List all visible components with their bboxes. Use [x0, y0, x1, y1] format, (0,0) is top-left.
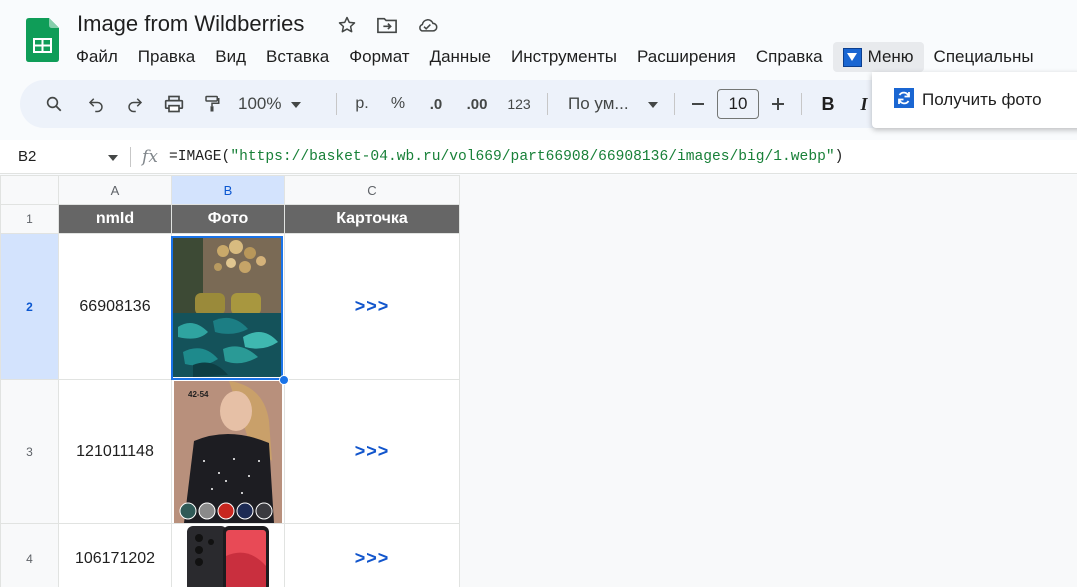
photo-cell[interactable] [171, 523, 285, 587]
formula-bar: B2 fx =IMAGE("https://basket-04.wb.ru/vo… [0, 140, 1077, 174]
column-header-c[interactable]: C [284, 175, 460, 205]
redo-icon[interactable] [116, 88, 154, 120]
name-box[interactable]: B2 [0, 148, 130, 165]
decrease-font-size-icon[interactable] [683, 88, 713, 120]
card-link[interactable]: >>> [284, 233, 460, 380]
search-menus-icon[interactable] [38, 88, 70, 120]
undo-icon[interactable] [76, 88, 116, 120]
menu-format[interactable]: Формат [339, 42, 419, 72]
chevron-down-icon [108, 148, 118, 165]
photo-cell[interactable] [171, 233, 285, 380]
menu-bar: Файл Правка Вид Вставка Формат Данные Ин… [66, 42, 1044, 72]
menu-custom-label: Меню [867, 47, 914, 66]
chevron-down-icon [291, 95, 302, 113]
decrease-decimals-button[interactable]: .0 [417, 88, 455, 120]
formula-prefix: =IMAGE( [169, 148, 231, 165]
font-size-input[interactable]: 10 [717, 89, 759, 119]
card-link[interactable]: >>> [284, 379, 460, 524]
print-icon[interactable] [154, 88, 194, 120]
menu-data[interactable]: Данные [420, 42, 501, 72]
move-folder-icon[interactable] [376, 14, 398, 36]
column-header-b[interactable]: B [171, 175, 285, 205]
product-image-blouse [174, 380, 282, 523]
menu-tools[interactable]: Инструменты [501, 42, 627, 72]
row-header-1[interactable]: 1 [0, 204, 59, 234]
product-image-phone [187, 526, 269, 587]
header-cell-card[interactable]: Карточка [284, 204, 460, 234]
sheets-logo-icon[interactable] [26, 18, 59, 62]
column-header-a[interactable]: A [58, 175, 172, 205]
menu-help[interactable]: Справка [746, 42, 833, 72]
menu-special[interactable]: Специальны [924, 42, 1044, 72]
increase-decimals-button[interactable]: .00 [455, 88, 499, 120]
spreadsheet-table: A B C 1 nmId Фото Карточка 2 66908136 >>… [0, 175, 460, 587]
row-header-2[interactable]: 2 [0, 233, 59, 380]
increase-font-size-icon[interactable] [763, 88, 793, 120]
divider [674, 93, 675, 115]
chevron-down-icon [648, 95, 658, 113]
nmid-cell[interactable]: 66908136 [58, 233, 172, 380]
cell-reference: B2 [18, 148, 37, 165]
nmid-cell[interactable]: 106171202 [58, 523, 172, 587]
fx-icon: fx [142, 146, 158, 167]
photo-cell[interactable]: 42-54 [171, 379, 285, 524]
menu-extensions[interactable]: Расширения [627, 42, 746, 72]
product-image-bedding [173, 236, 283, 377]
header-cell-nmid[interactable]: nmId [58, 204, 172, 234]
menu-view[interactable]: Вид [205, 42, 256, 72]
custom-menu-dropdown: Получить фото [872, 72, 1077, 128]
divider [547, 93, 548, 115]
get-photo-menu-item[interactable]: Получить фото [922, 90, 1042, 110]
row-header-4[interactable]: 4 [0, 523, 59, 587]
paint-format-icon[interactable] [194, 88, 230, 120]
document-title[interactable]: Image from Wildberries [77, 11, 304, 37]
zoom-select[interactable]: 100% [238, 88, 328, 120]
google-sheets-window: Image from Wildberries Файл Правка Вид В… [0, 0, 1077, 587]
size-badge: 42-54 [188, 389, 209, 399]
row-header-3[interactable]: 3 [0, 379, 59, 524]
nmid-cell[interactable]: 121011148 [58, 379, 172, 524]
formula-input[interactable]: =IMAGE("https://basket-04.wb.ru/vol669/p… [169, 149, 843, 165]
menu-edit[interactable]: Правка [128, 42, 205, 72]
empty-grid-area [459, 175, 1077, 587]
font-value: По ум... [568, 94, 629, 113]
dropdown-triangle-icon [842, 47, 862, 67]
fill-handle[interactable] [279, 375, 289, 385]
more-formats-button[interactable]: 123 [499, 88, 539, 120]
divider [801, 93, 802, 115]
card-link[interactable]: >>> [284, 523, 460, 587]
formula-suffix: ) [834, 148, 844, 165]
percent-button[interactable]: % [379, 88, 417, 120]
menu-custom[interactable]: Меню [832, 42, 924, 72]
refresh-icon [894, 87, 914, 113]
cloud-saved-icon[interactable] [416, 14, 438, 36]
formula-url-string: "https://basket-04.wb.ru/vol669/part6690… [230, 148, 835, 165]
font-select[interactable]: По ум... [556, 88, 666, 120]
menu-file[interactable]: Файл [66, 42, 128, 72]
star-icon[interactable] [336, 14, 358, 36]
menu-insert[interactable]: Вставка [256, 42, 339, 72]
bold-button[interactable]: B [810, 88, 846, 120]
currency-button[interactable]: р. [345, 88, 379, 120]
divider [336, 93, 337, 115]
sheet-grid[interactable]: A B C 1 nmId Фото Карточка 2 66908136 >>… [0, 175, 1077, 587]
select-all-corner[interactable] [0, 175, 59, 205]
header-cell-photo[interactable]: Фото [171, 204, 285, 234]
zoom-value: 100% [238, 94, 282, 113]
